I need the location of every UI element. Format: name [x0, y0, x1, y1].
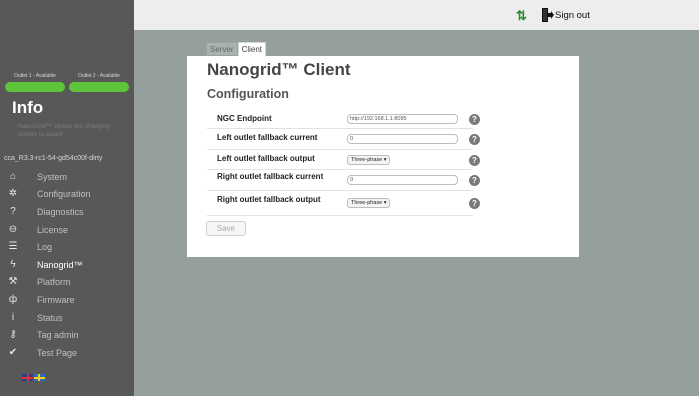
left-current-label: Left outlet fallback current [217, 133, 318, 142]
right-output-label: Right outlet fallback output [217, 195, 321, 204]
sidebar-item-configuration[interactable]: ✲ Configuration [0, 186, 134, 204]
sidebar-item-label: Status [37, 312, 63, 323]
gear-icon: ✲ [8, 188, 18, 200]
outlet-1-bar [5, 82, 65, 92]
left-output-label: Left outlet fallback output [217, 154, 315, 163]
wrench-icon: ⚒ [8, 276, 18, 288]
info-title: Info [12, 98, 44, 117]
sidebar-item-label: Nanogrid™ [37, 259, 83, 270]
sidebar-item-platform[interactable]: ⚒ Platform [0, 274, 134, 292]
right-current-label: Right outlet fallback current [217, 172, 324, 181]
sidebar-item-label: Firmware [37, 294, 75, 305]
sidebar-item-label: Configuration [37, 189, 91, 200]
right-output-select[interactable]: Three-phase ▾ [347, 198, 391, 208]
sidebar-item-firmware[interactable]: ф Firmware [0, 291, 134, 309]
key-icon: ⚷ [9, 329, 17, 341]
sidebar-item-label: Log [37, 242, 53, 253]
sidebar-item-log[interactable]: ☰ Log [0, 238, 134, 256]
info-icon: i [11, 311, 15, 323]
sidebar-item-license[interactable]: ⊖ License [0, 221, 134, 239]
home-icon: ⌂ [9, 170, 17, 182]
left-current-help-icon[interactable]: ? [469, 134, 480, 145]
section-title: Configuration [207, 87, 289, 101]
english-flag-icon[interactable] [22, 374, 33, 381]
tab-bar: Server Client [206, 42, 267, 56]
list-icon: ☰ [8, 241, 18, 253]
lightning-icon: ϟ [10, 258, 16, 270]
ngc-endpoint-help-icon[interactable]: ? [469, 114, 480, 125]
sidebar-item-label: License [37, 224, 69, 235]
language-selector [22, 374, 45, 381]
right-output-help-icon[interactable]: ? [469, 198, 480, 209]
signout-icon [542, 8, 554, 22]
left-current-input[interactable]: 0 [347, 134, 458, 144]
sidebar-item-status[interactable]: i Status [0, 309, 134, 327]
signout-label: Sign out [555, 9, 590, 21]
outlet-status-group: Outlet 1 - Available Outlet 2 - Availabl… [0, 73, 134, 93]
lock-icon: ⊖ [8, 223, 18, 235]
question-icon: ? [10, 205, 16, 217]
sidebar-nav: ⌂ System ✲ Configuration ? Diagnostics ⊖… [0, 168, 134, 362]
outlet-2-status: Outlet 2 - Available [69, 73, 129, 92]
sidebar-item-label: Diagnostics [37, 206, 84, 217]
page-title: Nanogrid™ Client [207, 60, 351, 79]
outlet-2-bar [69, 82, 129, 92]
tab-client[interactable]: Client [237, 42, 267, 56]
outlet-1-label: Outlet 1 - Available [14, 73, 56, 79]
swedish-flag-icon[interactable] [34, 374, 45, 381]
top-bar: ⇅ Sign out [134, 0, 699, 30]
left-current-row: Left outlet fallback current 0 [207, 129, 473, 150]
sidebar: Outlet 1 - Available Outlet 2 - Availabl… [0, 0, 134, 396]
sidebar-item-label: Platform [37, 277, 71, 288]
left-output-help-icon[interactable]: ? [469, 155, 480, 166]
ngc-endpoint-input[interactable]: http://192.168.1.1:8095 [347, 114, 458, 124]
sidebar-item-system[interactable]: ⌂ System [0, 168, 134, 186]
sidebar-item-test-page[interactable]: ✔ Test Page [0, 344, 134, 362]
sidebar-item-label: Test Page [37, 347, 78, 358]
ngc-endpoint-row: NGC Endpoint http://192.168.1.1:8095 [207, 110, 473, 129]
outlet-1-status: Outlet 1 - Available [5, 73, 65, 92]
sidebar-item-diagnostics[interactable]: ? Diagnostics [0, 203, 134, 221]
right-current-help-icon[interactable]: ? [469, 175, 480, 186]
left-output-row: Left outlet fallback output Three-phase … [207, 150, 473, 170]
firmware-version: cca_R3.3-rc1-54-gd54c00f-dirty [4, 155, 103, 162]
client-config-card: Nanogrid™ Client Configuration NGC Endpo… [187, 56, 579, 257]
right-current-input[interactable]: 0 [347, 175, 458, 185]
sidebar-item-label: System [37, 171, 68, 182]
tab-server[interactable]: Server [206, 42, 238, 56]
signout-button[interactable]: Sign out [542, 8, 590, 22]
checkmark-icon: ✔ [8, 346, 18, 358]
left-output-select[interactable]: Three-phase ▾ [347, 155, 391, 165]
right-current-row: Right outlet fallback current 0 [207, 170, 473, 191]
sidebar-item-label: Tag admin [37, 330, 79, 341]
transfer-arrows-icon[interactable]: ⇅ [516, 8, 527, 24]
save-button[interactable]: Save [206, 221, 246, 236]
right-output-row: Right outlet fallback output Three-phase… [207, 191, 473, 216]
info-description: NanoGrid™ allows the charging station to… [18, 123, 110, 138]
sidebar-item-nanogrid[interactable]: ϟ Nanogrid™ [0, 256, 134, 274]
plug-icon: ф [8, 293, 18, 305]
outlet-2-label: Outlet 2 - Available [78, 73, 120, 79]
ngc-endpoint-label: NGC Endpoint [217, 114, 272, 123]
sidebar-item-tag-admin[interactable]: ⚷ Tag admin [0, 326, 134, 344]
